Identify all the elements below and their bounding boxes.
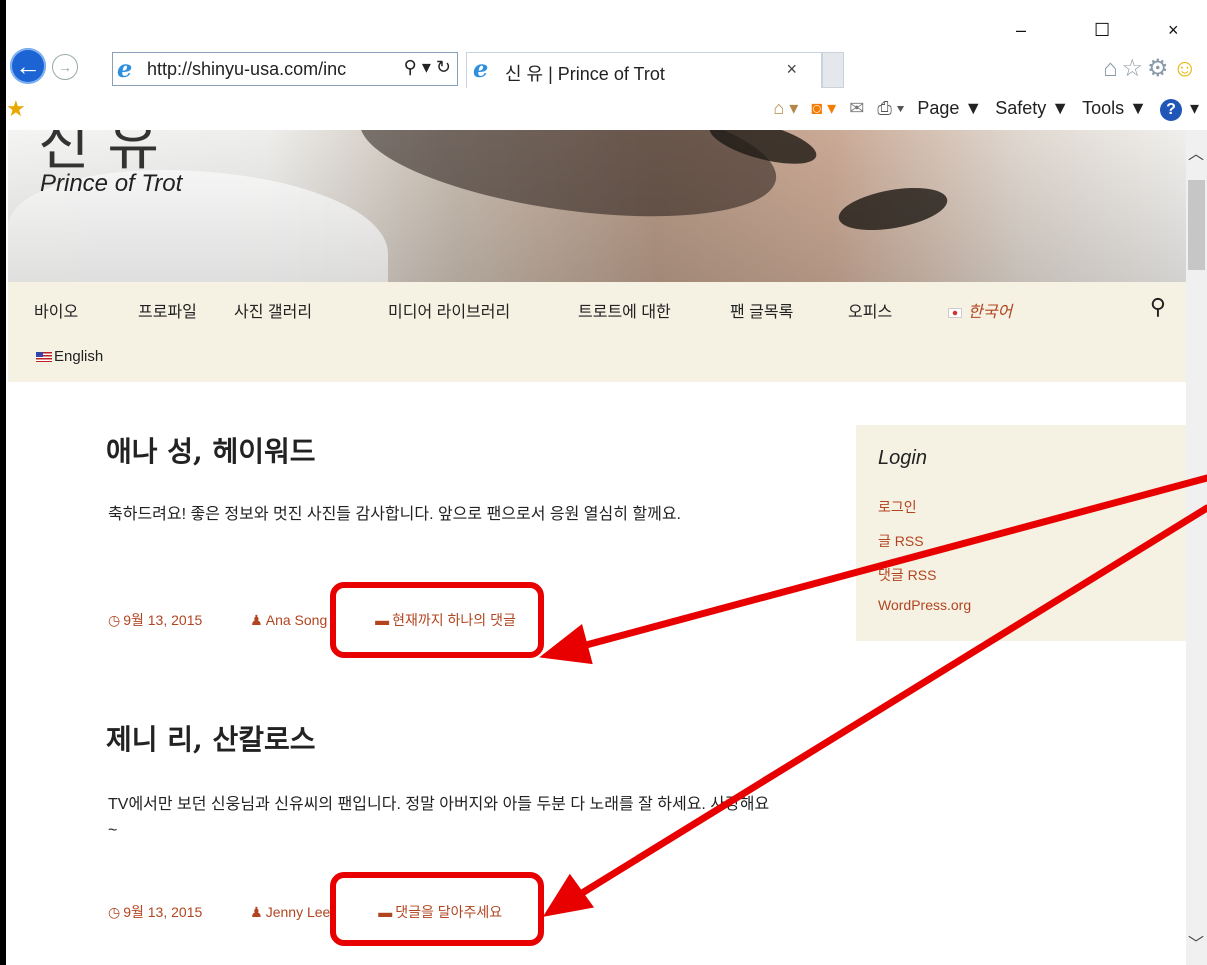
arrow-head xyxy=(542,873,595,917)
annotation-arrows xyxy=(539,474,1207,917)
arrow-head xyxy=(539,623,593,665)
